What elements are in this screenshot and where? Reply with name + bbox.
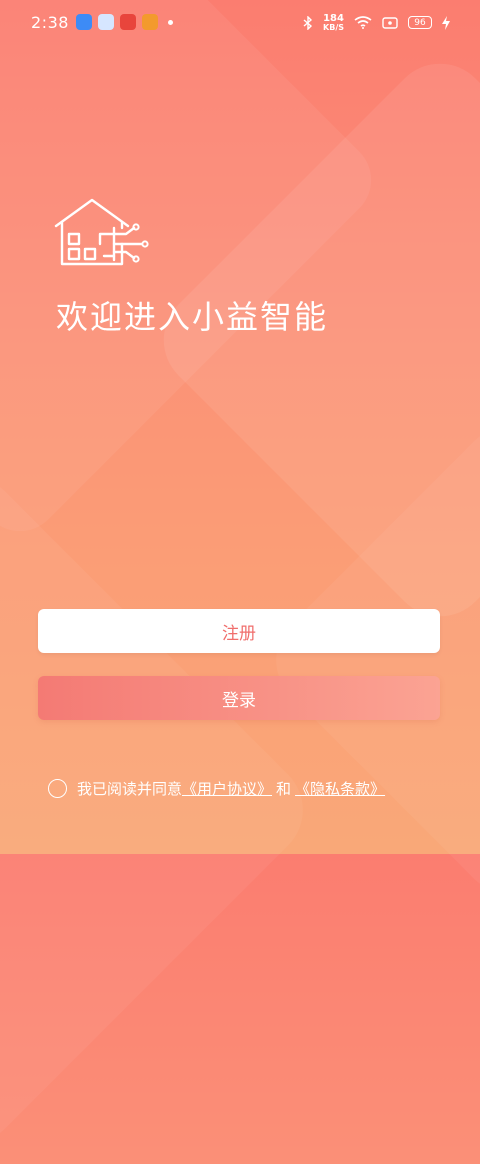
screen-record-icon	[382, 16, 398, 29]
user-agreement-link[interactable]: 《用户协议》	[182, 778, 272, 799]
bluetooth-icon	[303, 15, 313, 30]
battery-level: 96	[414, 17, 426, 28]
login-button[interactable]: 登录	[38, 676, 440, 720]
background-shape	[0, 456, 324, 1164]
status-right: 184 KB/S 96	[303, 13, 450, 32]
agreement-checkbox[interactable]	[48, 779, 67, 798]
agreement-row: 我已阅读并同意 《用户协议》 和 《隐私条款》	[48, 778, 385, 799]
app-notification-icon	[76, 14, 92, 30]
charging-icon	[442, 15, 450, 30]
more-notifications-dot-icon	[168, 19, 173, 25]
app-notification-icon	[98, 14, 114, 30]
network-speed: 184 KB/S	[323, 13, 344, 32]
register-button[interactable]: 注册	[38, 609, 440, 653]
agreement-connector: 和	[276, 780, 292, 798]
agreement-prefix: 我已阅读并同意	[77, 780, 183, 798]
status-bar: 2:38 184 KB/S 96	[0, 0, 480, 46]
notification-icons	[76, 14, 173, 30]
welcome-title: 欢迎进入小益智能	[56, 298, 329, 336]
network-speed-unit: KB/S	[323, 23, 344, 32]
background-shape	[143, 43, 480, 637]
app-notification-icon	[142, 14, 158, 30]
app-notification-icon	[120, 14, 136, 30]
smart-home-logo-icon	[54, 198, 149, 266]
status-time: 2:38	[31, 13, 69, 32]
wifi-icon	[354, 16, 372, 29]
background-shape	[0, 0, 388, 548]
background-shape	[255, 405, 480, 915]
privacy-policy-link[interactable]: 《隐私条款》	[295, 778, 385, 799]
battery-icon: 96	[408, 16, 432, 29]
